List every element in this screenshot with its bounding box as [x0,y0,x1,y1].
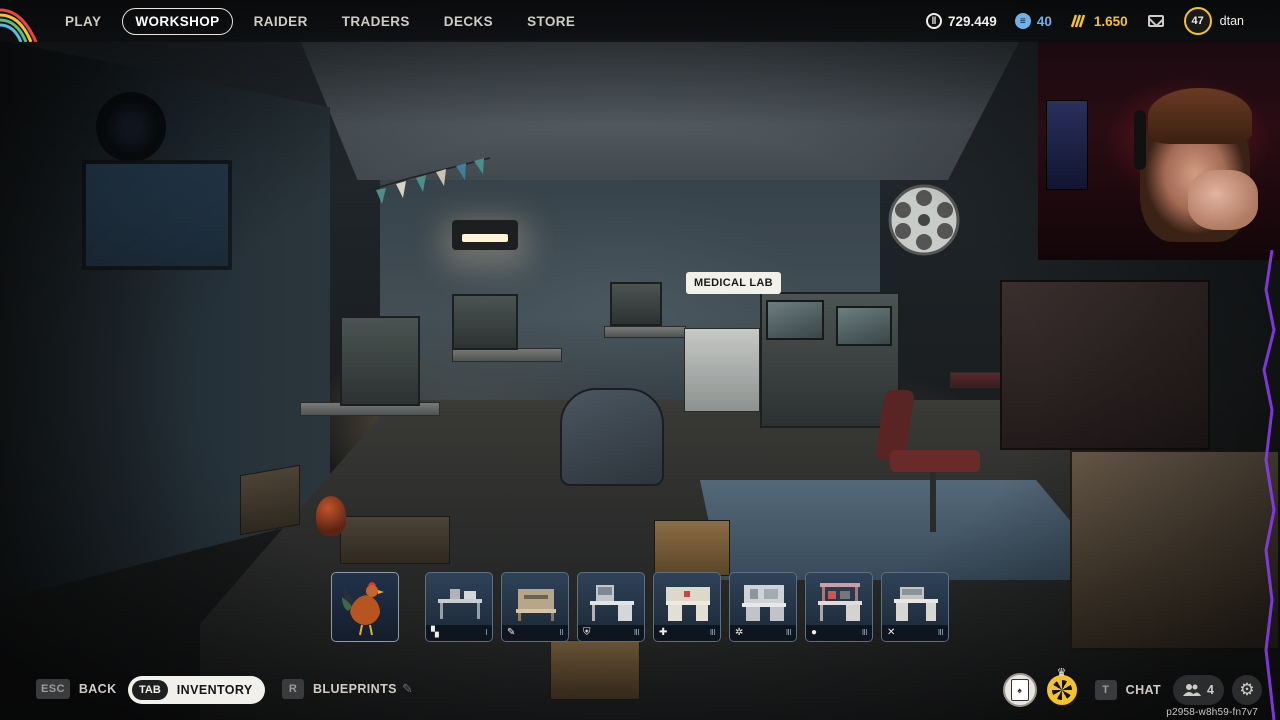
social-controls: ♠ ♛ T CHAT 4 ⚙ [1002,667,1262,708]
rooster-icon [342,582,384,636]
inventory-label: INVENTORY [176,683,253,697]
logo-stripes-icon [0,8,38,42]
gear-bench-tier: III [633,628,640,637]
chat-label: CHAT [1125,683,1162,697]
tokens-value: 40 [1036,13,1052,29]
back-label: BACK [78,682,117,696]
raider-tokens-value: 1.650 [1093,13,1128,29]
explosives-tier: III [785,628,792,637]
raider-tokens-balance: 1.650 [1070,13,1128,29]
tokens-balance: ≡ 40 [1014,13,1052,29]
station-tooltip: MEDICAL LAB [686,272,781,294]
coins-balance: ‖ 729.449 [926,13,997,29]
blueprints-hint[interactable]: R BLUEPRINTS [282,679,397,699]
wrench-icon: ✎ [402,681,413,696]
mail-icon[interactable] [1147,15,1164,27]
nav-store[interactable]: STORE [514,8,588,35]
tab-key: TAB [132,680,168,700]
item-slot-explosives-station[interactable]: ✲ III [729,572,797,642]
item-slot-medical-lab[interactable]: ✚ III [653,572,721,642]
r-key: R [282,679,304,699]
workbench-icon [438,589,482,619]
currency-bar: ‖ 729.449 ≡ 40 1.650 47 dtan [908,0,1280,42]
coins-value: 729.449 [948,13,997,29]
nav-play[interactable]: PLAY [52,8,114,35]
settings-gear-icon[interactable]: ⚙ [1232,675,1262,705]
nav-raider[interactable]: RAIDER [241,8,321,35]
item-slot-gunsmith[interactable]: ✎ II [501,572,569,642]
coin-icon: ‖ [926,13,943,29]
refiner-tier: III [937,628,944,637]
gunsmith-tier: II [559,628,564,637]
explosives-category-icon: ✲ [735,627,744,638]
gear-bench-icon [590,585,634,621]
item-slot-rooster[interactable] [331,572,399,642]
session-id: p2958-w8h59-fn7v7 [1166,707,1258,718]
utility-tier: III [861,628,868,637]
gunsmith-icon [516,589,556,621]
nav-workshop[interactable]: WORKSHOP [122,7,233,35]
medical-lab-tier: III [709,628,716,637]
raider-token-icon [1070,14,1086,28]
gear-bench-category-icon: ⛨ [583,627,591,638]
chat-hint[interactable]: T CHAT [1094,680,1162,700]
party-button[interactable]: 4 [1173,675,1224,705]
player-level-badge[interactable]: 47 [1183,7,1212,35]
main-nav: PLAY WORKSHOP RAIDER TRADERS DECKS STORE [52,0,596,42]
workbench-tier: I [485,628,487,637]
medical-lab-category-icon: ✚ [659,627,668,638]
utility-station-icon [818,583,862,621]
back-hint[interactable]: ESC BACK [36,679,117,699]
item-slot-refiner[interactable]: ✕ III [881,572,949,642]
crown-avatar-icon[interactable]: ♛ [1044,667,1079,707]
username[interactable]: dtan [1220,14,1244,28]
item-slot-utility-station[interactable]: ● III [805,572,873,642]
workbench-category-icon: ▚ [431,627,439,638]
blueprints-label: BLUEPRINTS [313,682,397,696]
party-count: 4 [1207,683,1214,697]
nav-decks[interactable]: DECKS [431,8,506,35]
esc-key: ESC [36,679,70,699]
refiner-icon [894,587,938,621]
card-avatar-icon[interactable]: ♠ [1002,673,1037,707]
party-icon [1183,684,1202,696]
nav-traders[interactable]: TRADERS [329,8,423,35]
refiner-category-icon: ✕ [887,627,896,638]
gunsmith-category-icon: ✎ [507,627,516,638]
item-slot-workbench[interactable]: ▚ I [425,572,493,642]
token-icon: ≡ [1014,13,1031,29]
inventory-button[interactable]: TAB INVENTORY [128,676,265,704]
medical-lab-icon [666,587,710,621]
utility-category-icon: ● [811,627,818,638]
explosives-station-icon [742,585,786,621]
item-slot-gear-bench[interactable]: ⛨ III [577,572,645,642]
webcam-overlay [1038,40,1280,260]
t-key: T [1094,680,1117,700]
top-nav-bar: PLAY WORKSHOP RAIDER TRADERS DECKS STORE… [0,0,1280,42]
